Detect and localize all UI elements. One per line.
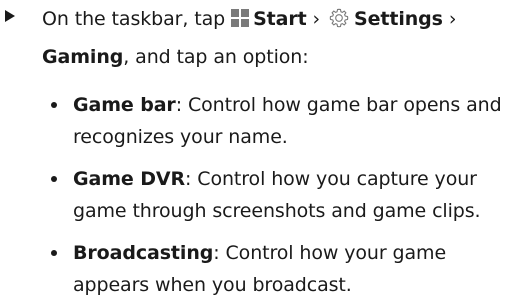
start-label: Start bbox=[253, 8, 307, 30]
separator-1: › bbox=[306, 8, 326, 30]
bullet-dot-icon bbox=[51, 176, 57, 182]
settings-label: Settings bbox=[354, 8, 443, 30]
option-text: Game DVR: Control how you capture your g… bbox=[73, 163, 521, 227]
separator-2: › bbox=[442, 8, 457, 30]
bullet-dot-icon bbox=[51, 250, 57, 256]
option-separator: : bbox=[185, 168, 198, 190]
option-name: Game bar bbox=[73, 94, 176, 116]
step-suffix: , and tap an option: bbox=[123, 46, 309, 68]
option-name: Broadcasting bbox=[73, 242, 214, 264]
step-arrow-icon bbox=[5, 10, 15, 22]
gaming-label: Gaming bbox=[42, 46, 124, 68]
option-text: Broadcasting: Control how your game appe… bbox=[73, 237, 521, 301]
bullet-dot-icon bbox=[51, 102, 57, 108]
option-text: Game bar: Control how game bar opens and… bbox=[73, 89, 521, 153]
gear-icon bbox=[329, 8, 349, 28]
step-prefix: On the taskbar, tap bbox=[42, 8, 226, 30]
option-name: Game DVR bbox=[73, 168, 186, 190]
option-separator: : bbox=[175, 94, 188, 116]
option-separator: : bbox=[213, 242, 226, 264]
windows-start-icon bbox=[231, 9, 250, 27]
step-text: On the taskbar, tap Start › Settings › Ga… bbox=[42, 0, 520, 76]
